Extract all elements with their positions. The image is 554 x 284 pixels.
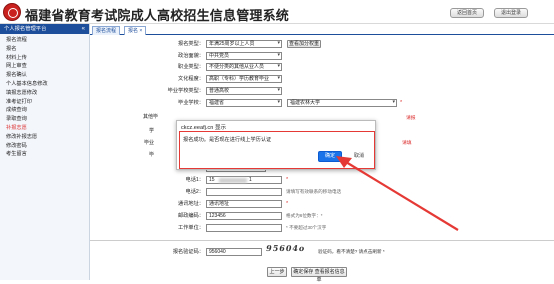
return-home-button[interactable]: 返回首页	[450, 8, 484, 18]
form-row: 通讯地址： 通讯地址 *	[90, 200, 554, 208]
work-unit-input[interactable]	[206, 224, 282, 232]
form-row: 电话2： 请填写有效联系的移动电话	[90, 188, 554, 196]
collapse-icon[interactable]: «	[82, 24, 85, 34]
form-label: 报名验证码：	[172, 249, 204, 255]
form-row: 邮政编码： 123456 格式为6位数字：*	[90, 212, 554, 220]
sidebar-menu: 报名流程 报名 材料上传 网上审查 报名确认 个人基本信息修改 填报志愿修改 准考证打印 成绩查…	[0, 34, 89, 159]
sidebar-item[interactable]: 个人基本信息修改	[0, 80, 89, 89]
previous-step-button[interactable]: 上一步	[267, 267, 287, 277]
app-title: 福建省教育考试院成人高校招生信息管理系统	[25, 8, 290, 23]
form-label: 邮政编码：	[178, 213, 204, 219]
form-label: 政治面貌：	[178, 53, 204, 59]
form-label: 学	[148, 128, 154, 134]
sidebar-item[interactable]: 报名流程	[0, 36, 89, 45]
phone2-input[interactable]	[206, 188, 282, 196]
form-row: 报名类型： 年满25周岁以上人员 查看加分权重	[90, 40, 554, 48]
tab-process[interactable]: 报名流程	[92, 26, 121, 35]
form-label: 文化程度：	[178, 76, 204, 82]
app-header: 福建省教育考试院成人高校招生信息管理系统 返回首页 退出登录	[0, 0, 554, 24]
sidebar-item[interactable]: 材料上传	[0, 54, 89, 63]
sidebar-item[interactable]: 网上审查	[0, 62, 89, 71]
form-row: 政治面貌： 中共党员	[90, 52, 554, 60]
logout-button[interactable]: 退出登录	[494, 8, 528, 18]
sidebar-item[interactable]: 成绩查询	[0, 106, 89, 115]
form-label: 毕	[148, 152, 154, 158]
form-row: 毕业学校： 福建省 福建农林大学 *	[90, 99, 554, 107]
school-province-select[interactable]: 福建省	[206, 99, 282, 107]
save-and-view-button[interactable]: 确定保存 查看报名信息单	[291, 267, 347, 283]
work-unit-hint: * 不要超过30个汉字	[286, 225, 327, 230]
required-mark: 请填	[402, 141, 412, 146]
view-bonus-weight-button[interactable]: 查看加分权重	[287, 40, 321, 48]
form-row: 文化程度： 高职（专科）学历教育毕业	[90, 75, 554, 83]
form-label: 报名类型：	[178, 41, 204, 47]
form-label: 电话2：	[185, 189, 204, 195]
sidebar-item[interactable]: 考生留言	[0, 150, 89, 159]
dialog-cancel-button[interactable]: 取消	[347, 151, 371, 162]
divider	[90, 240, 554, 241]
postcode-input[interactable]: 123456	[206, 212, 282, 220]
sidebar-heading: 个人报名管理平台 «	[0, 24, 89, 34]
sidebar-item[interactable]: 报名	[0, 45, 89, 54]
sidebar-item[interactable]: 填报志愿修改	[0, 89, 89, 98]
form-label: 毕业学校类型：	[167, 88, 204, 94]
form-row: 电话1： 15 1 *	[90, 176, 554, 184]
tab-register[interactable]: 报名 ×	[124, 26, 147, 35]
form-row: 工作单位： * 不要超过30个汉字	[90, 224, 554, 232]
dialog-ok-button[interactable]: 确定	[318, 151, 342, 162]
form-label: 通讯地址：	[178, 201, 204, 207]
form-row: 职业类型： 不便分类的其他从业人员	[90, 63, 554, 71]
form-label: 职业类型：	[178, 64, 204, 70]
sidebar-item[interactable]: 报名确认	[0, 71, 89, 80]
form-row: 报名验证码： 956040 验证码，看不清楚? 请点击刷新 *	[90, 248, 554, 256]
school-type-select[interactable]: 普通高校	[206, 87, 282, 95]
address-input[interactable]: 通讯地址	[206, 200, 282, 208]
dialog-title: ckcz.eeafj.cn 显示	[181, 125, 227, 131]
redaction-blur	[219, 178, 247, 183]
sidebar-item[interactable]: 补报志愿	[0, 124, 89, 133]
required-mark: *	[286, 201, 289, 207]
tab-bar: 报名流程 报名 ×	[90, 24, 554, 35]
form-row: 毕业学校类型： 普通高校	[90, 87, 554, 95]
required-mark: *	[400, 100, 403, 106]
form-label: 毕业学校：	[178, 100, 204, 106]
form-label: 工作单位：	[178, 225, 204, 231]
captcha-image[interactable]: 95604o	[265, 243, 311, 255]
political-status-select[interactable]: 中共党员	[206, 52, 282, 60]
registration-type-select[interactable]: 年满25周岁以上人员	[206, 40, 282, 48]
phone2-hint: 请填写有效联系的移动电话	[286, 189, 342, 194]
sidebar-item[interactable]: 修改密码	[0, 142, 89, 151]
school-name-select[interactable]: 福建农林大学	[287, 99, 397, 107]
sidebar-item[interactable]: 录取查询	[0, 115, 89, 124]
education-level-select[interactable]: 高职（专科）学历教育毕业	[206, 75, 282, 83]
form-label: 电话1：	[185, 177, 204, 183]
sidebar: 个人报名管理平台 « 报名流程 报名 材料上传 网上审查 报名确认 个人基本信息修改 填报志…	[0, 24, 90, 280]
confirm-dialog: ckcz.eeafj.cn 显示 报名成功。是否现在进行线上学历认证 确定 取消	[176, 120, 376, 170]
form-label: 其他毕	[142, 114, 158, 120]
required-mark: 请报	[406, 116, 416, 121]
logo-icon	[3, 3, 21, 21]
sidebar-item[interactable]: 准考证打印	[0, 98, 89, 107]
required-mark: *	[286, 177, 289, 183]
form-label: 毕业	[143, 140, 154, 146]
occupation-select[interactable]: 不便分类的其他从业人员	[206, 63, 282, 71]
dialog-message: 报名成功。是否现在进行线上学历认证	[183, 137, 272, 143]
phone1-input[interactable]: 15 1	[206, 176, 282, 184]
postcode-hint: 格式为6位数字：*	[286, 213, 323, 218]
captcha-input[interactable]: 956040	[206, 248, 262, 256]
captcha-hint[interactable]: 验证码，看不清楚? 请点击刷新 *	[318, 248, 385, 256]
sidebar-item[interactable]: 修改补报志愿	[0, 133, 89, 142]
